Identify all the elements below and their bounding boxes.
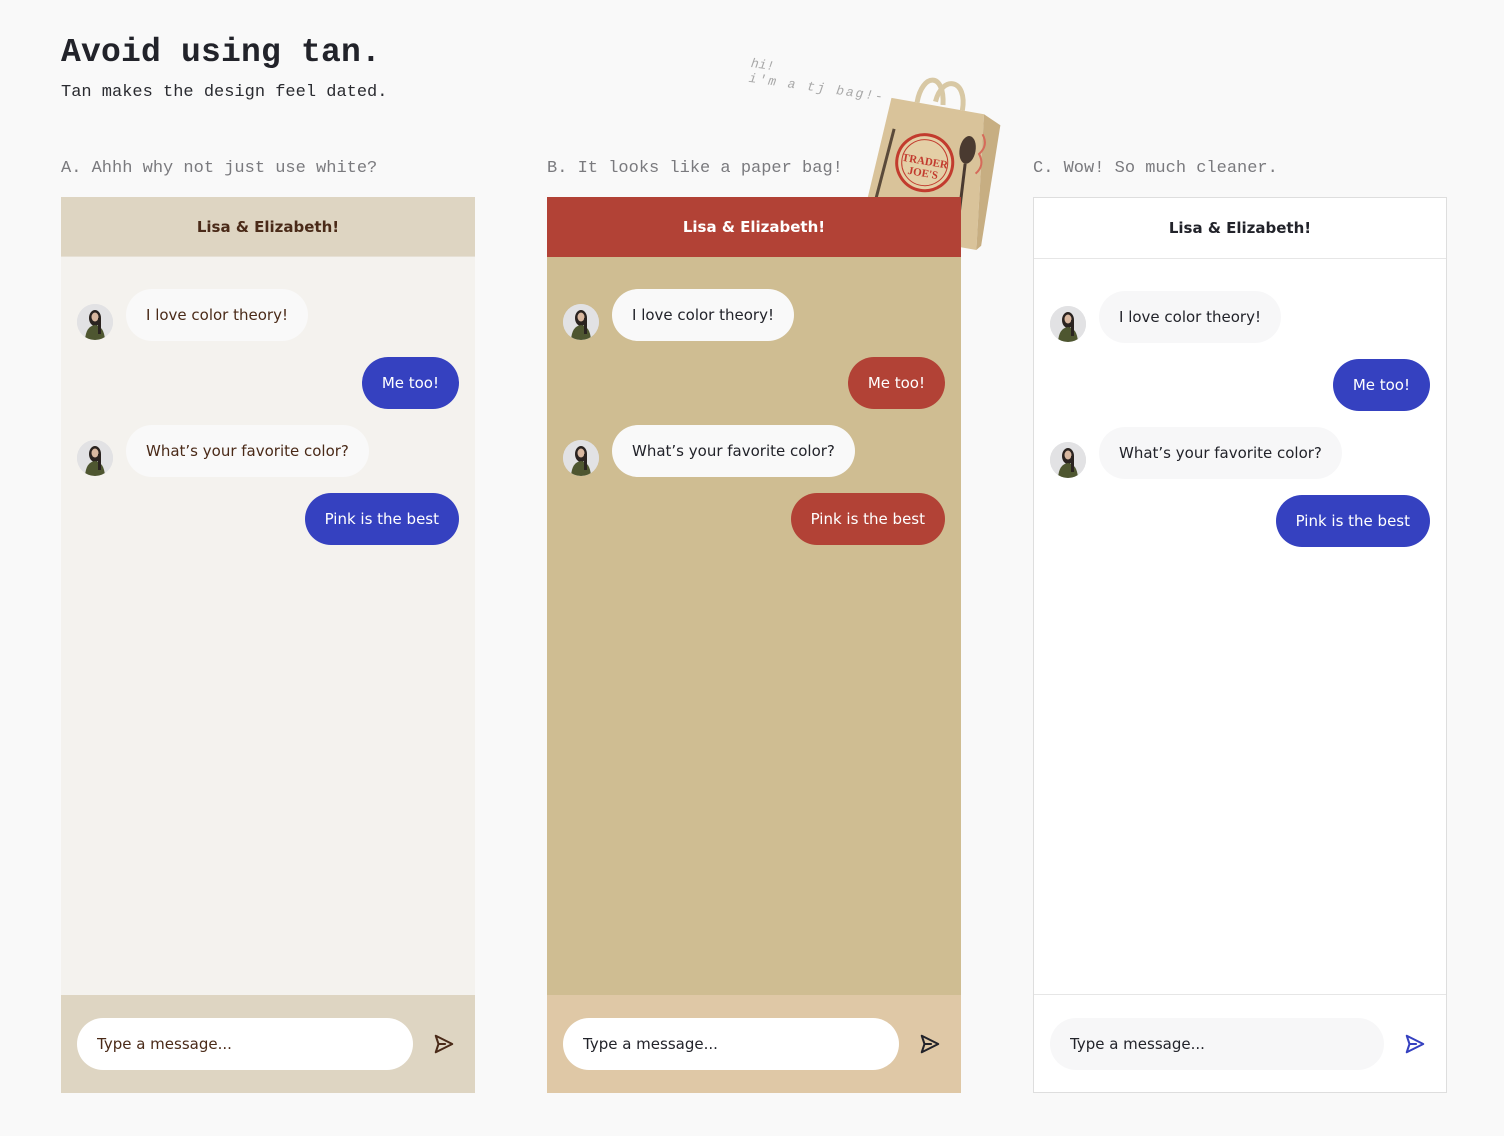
- incoming-message: I love color theory!: [61, 289, 475, 341]
- chat-panel-c: Lisa & Elizabeth! I love color theory! Me…: [1033, 197, 1447, 1093]
- avatar: [77, 304, 113, 340]
- chat-header: Lisa & Elizabeth!: [61, 197, 475, 257]
- message-input[interactable]: [77, 1018, 414, 1070]
- incoming-message: What’s your favorite color?: [1034, 427, 1446, 479]
- message-bubble: I love color theory!: [612, 289, 794, 341]
- send-icon: [920, 1034, 940, 1054]
- send-button[interactable]: [429, 1029, 459, 1059]
- bag-note: hi! i'm a tj bag!-: [748, 56, 888, 105]
- send-icon: [434, 1034, 454, 1054]
- outgoing-message: Pink is the best: [1034, 495, 1446, 547]
- chat-panel-b: Lisa & Elizabeth! I love color theory! Me…: [547, 197, 961, 1093]
- message-list: I love color theory! Me too! What’s your f…: [547, 257, 961, 995]
- send-button[interactable]: [915, 1029, 945, 1059]
- chat-title: Lisa & Elizabeth!: [682, 218, 826, 236]
- chat-header: Lisa & Elizabeth!: [547, 197, 961, 257]
- message-bubble: What’s your favorite color?: [126, 425, 369, 477]
- chat-header: Lisa & Elizabeth!: [1034, 198, 1446, 259]
- incoming-message: I love color theory!: [547, 289, 961, 341]
- page-subtitle: Tan makes the design feel dated.: [61, 83, 388, 102]
- incoming-message: What’s your favorite color?: [547, 425, 961, 477]
- section-label-a: A. Ahhh why not just use white?: [61, 159, 378, 178]
- outgoing-message: Me too!: [547, 357, 961, 409]
- message-bubble: I love color theory!: [1099, 291, 1281, 343]
- page-title: Avoid using tan.: [61, 34, 382, 71]
- message-input[interactable]: [1050, 1017, 1385, 1070]
- avatar: [1050, 306, 1086, 342]
- chat-panel-a: Lisa & Elizabeth! I love color theory! Me…: [61, 197, 475, 1093]
- avatar: [563, 304, 599, 340]
- outgoing-message: Pink is the best: [547, 493, 961, 545]
- message-bubble: Me too!: [1332, 359, 1430, 411]
- composer: [61, 995, 475, 1093]
- message-bubble: Me too!: [847, 357, 945, 409]
- composer: [547, 995, 961, 1093]
- chat-title: Lisa & Elizabeth!: [1168, 219, 1312, 237]
- avatar: [563, 440, 599, 476]
- section-label-c: C. Wow! So much cleaner.: [1033, 159, 1278, 178]
- section-label-b: B. It looks like a paper bag!: [547, 159, 843, 178]
- outgoing-message: Me too!: [61, 357, 475, 409]
- composer: [1034, 994, 1446, 1092]
- message-bubble: Pink is the best: [790, 493, 945, 545]
- avatar: [77, 440, 113, 476]
- message-list: I love color theory! Me too! What’s your f…: [1034, 259, 1446, 994]
- incoming-message: What’s your favorite color?: [61, 425, 475, 477]
- message-input[interactable]: [563, 1018, 900, 1070]
- message-bubble: What’s your favorite color?: [612, 425, 855, 477]
- outgoing-message: Me too!: [1034, 359, 1446, 411]
- message-bubble: Pink is the best: [304, 493, 459, 545]
- incoming-message: I love color theory!: [1034, 291, 1446, 343]
- send-icon: [1405, 1034, 1425, 1053]
- message-bubble: Me too!: [361, 357, 459, 409]
- message-list: I love color theory! Me too! What’s your f…: [61, 257, 475, 995]
- send-button[interactable]: [1400, 1029, 1430, 1059]
- outgoing-message: Pink is the best: [61, 493, 475, 545]
- chat-title: Lisa & Elizabeth!: [196, 217, 340, 236]
- avatar: [1050, 442, 1086, 478]
- message-bubble: What’s your favorite color?: [1099, 427, 1342, 479]
- message-bubble: Pink is the best: [1275, 495, 1430, 547]
- message-bubble: I love color theory!: [126, 289, 308, 341]
